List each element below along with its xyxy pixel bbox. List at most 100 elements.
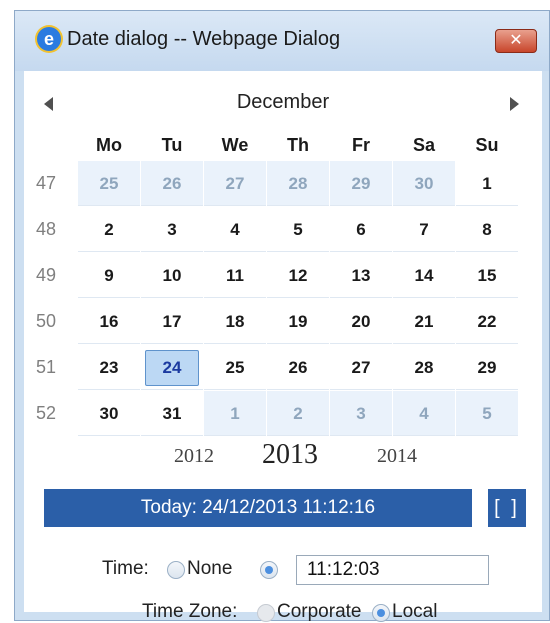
day-number: 8 — [482, 220, 492, 239]
day-number: 18 — [225, 312, 245, 331]
day-cell[interactable]: 15 — [456, 253, 518, 298]
day-cell[interactable]: 20 — [330, 299, 392, 344]
day-number: 26 — [162, 174, 182, 193]
day-cell[interactable]: 1 — [456, 161, 518, 206]
day-number: 27 — [351, 358, 371, 377]
day-cell[interactable]: 27 — [204, 161, 266, 206]
day-number: 27 — [225, 174, 245, 193]
weekday-label: Tu — [161, 135, 183, 155]
day-cell[interactable]: 22 — [456, 299, 518, 344]
day-number: 2 — [104, 220, 114, 239]
day-number: 30 — [414, 174, 434, 193]
day-cell[interactable]: 31 — [141, 391, 203, 436]
week-number: 47 — [35, 173, 57, 193]
day-number: 28 — [414, 358, 434, 377]
today-button[interactable]: Today: 24/12/2013 11:12:16 — [44, 489, 472, 527]
day-cell[interactable]: 26 — [141, 161, 203, 206]
weekday-label: We — [221, 135, 249, 155]
day-cell[interactable]: 17 — [141, 299, 203, 344]
year-selector: 2012 2013 2014 — [24, 437, 542, 477]
next-month-icon[interactable] — [510, 97, 519, 111]
day-cell[interactable]: 1 — [204, 391, 266, 436]
day-cell[interactable]: 8 — [456, 207, 518, 252]
weekday-label: Su — [475, 135, 499, 155]
weekday-label: Fr — [352, 135, 370, 155]
day-cell[interactable]: 16 — [78, 299, 140, 344]
day-cell[interactable]: 29 — [456, 345, 518, 390]
day-number: 12 — [288, 266, 308, 285]
day-number: 29 — [351, 174, 371, 193]
day-cell[interactable]: 13 — [330, 253, 392, 298]
day-cell[interactable]: 5 — [456, 391, 518, 436]
weekday-label: Sa — [412, 135, 436, 155]
year-previous[interactable]: 2012 — [174, 445, 214, 468]
time-none-radio[interactable] — [167, 561, 185, 579]
day-cell[interactable]: 14 — [393, 253, 455, 298]
time-set-radio[interactable] — [260, 561, 278, 579]
day-cell[interactable]: 7 — [393, 207, 455, 252]
weekday-label: Th — [287, 135, 309, 155]
time-input[interactable]: 11:12:03 — [296, 555, 489, 585]
day-number: 10 — [162, 266, 182, 285]
timezone-local-radio[interactable] — [372, 604, 390, 622]
close-button[interactable]: ✕ — [495, 29, 537, 53]
day-cell[interactable]: 18 — [204, 299, 266, 344]
weekday-label: Mo — [96, 135, 122, 155]
day-cell[interactable]: 28 — [393, 345, 455, 390]
day-number: 20 — [351, 312, 371, 331]
title-bar: e Date dialog -- Webpage Dialog ✕ — [15, 11, 549, 71]
day-grid: 25 26 27 28 29 30 1 2 3 4 5 6 7 8 9 10 11 12 13 14 15 16 17 18 1… — [78, 161, 518, 437]
clear-button[interactable]: [ ] — [488, 489, 526, 527]
day-number: 24 — [145, 350, 199, 386]
day-cell[interactable]: 10 — [141, 253, 203, 298]
day-cell[interactable]: 25 — [204, 345, 266, 390]
day-cell[interactable]: 25 — [78, 161, 140, 206]
day-cell[interactable]: 12 — [267, 253, 329, 298]
day-cell[interactable]: 3 — [141, 207, 203, 252]
day-cell[interactable]: 9 — [78, 253, 140, 298]
day-cell[interactable]: 4 — [393, 391, 455, 436]
day-number: 15 — [477, 266, 497, 285]
day-cell[interactable]: 11 — [204, 253, 266, 298]
day-number: 25 — [99, 174, 119, 193]
day-number: 30 — [99, 404, 119, 423]
year-next[interactable]: 2014 — [377, 445, 417, 468]
day-cell[interactable]: 30 — [393, 161, 455, 206]
day-cell[interactable]: 5 — [267, 207, 329, 252]
day-cell[interactable]: 30 — [78, 391, 140, 436]
day-number: 5 — [482, 404, 492, 423]
ie-icon: e — [37, 27, 61, 51]
day-cell[interactable]: 26 — [267, 345, 329, 390]
window-title: Date dialog -- Webpage Dialog — [67, 28, 341, 50]
day-number: 11 — [226, 266, 244, 285]
day-number: 6 — [356, 220, 366, 239]
dialog-content: December Mo Tu We Th Fr Sa Su 47 48 49 50 51 52 25 2… — [24, 71, 542, 622]
day-cell[interactable]: 2 — [78, 207, 140, 252]
week-number: 48 — [35, 219, 57, 239]
day-number: 5 — [293, 220, 303, 239]
day-number: 26 — [288, 358, 308, 377]
day-number: 7 — [419, 220, 429, 239]
day-number: 14 — [414, 266, 434, 285]
day-cell[interactable]: 21 — [393, 299, 455, 344]
day-cell[interactable]: 28 — [267, 161, 329, 206]
time-none-label: None — [187, 558, 233, 579]
day-number: 22 — [477, 312, 497, 331]
time-label: Time: — [102, 558, 149, 579]
day-number: 13 — [351, 266, 371, 285]
day-number: 4 — [419, 404, 429, 423]
day-cell[interactable]: 4 — [204, 207, 266, 252]
week-number: 49 — [35, 265, 57, 285]
day-cell[interactable]: 29 — [330, 161, 392, 206]
day-cell-selected[interactable]: 24 — [141, 345, 203, 390]
timezone-corporate-radio[interactable] — [257, 604, 275, 622]
day-cell[interactable]: 6 — [330, 207, 392, 252]
day-cell[interactable]: 23 — [78, 345, 140, 390]
day-cell[interactable]: 2 — [267, 391, 329, 436]
day-cell[interactable]: 27 — [330, 345, 392, 390]
day-cell[interactable]: 19 — [267, 299, 329, 344]
day-number: 1 — [230, 404, 240, 423]
month-label[interactable]: December — [24, 91, 542, 114]
day-number: 4 — [230, 220, 240, 239]
day-cell[interactable]: 3 — [330, 391, 392, 436]
